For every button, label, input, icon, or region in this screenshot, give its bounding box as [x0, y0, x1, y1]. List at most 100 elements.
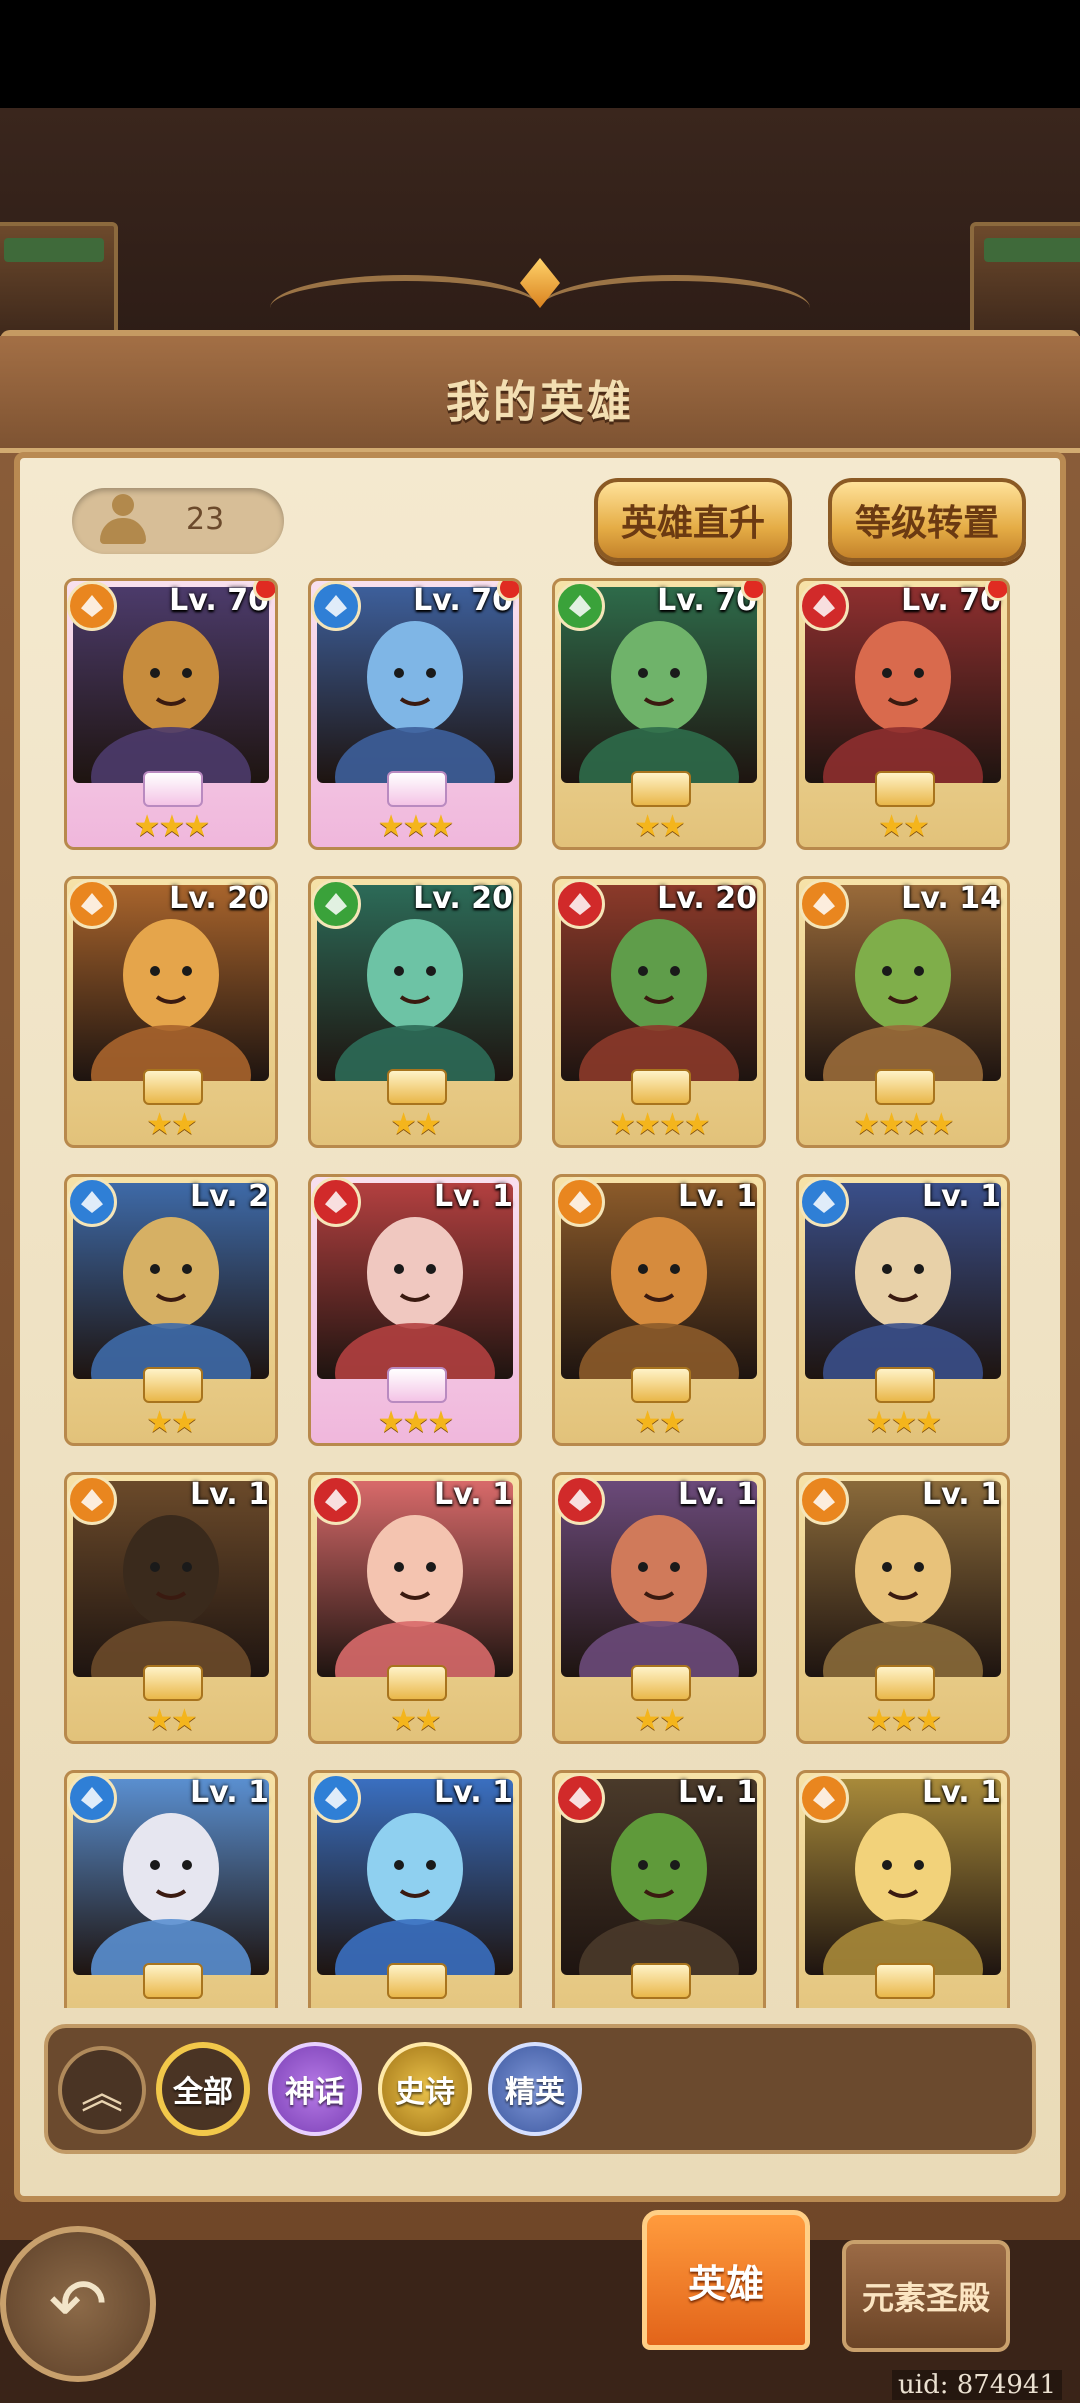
rarity-emblem-icon — [387, 1963, 447, 1999]
hero-level: Lv. 20 — [657, 881, 757, 916]
red-element-icon — [555, 1475, 605, 1525]
rarity-emblem-icon — [631, 771, 691, 807]
right-pillar-decoration — [970, 222, 1080, 340]
water-element-icon — [311, 581, 361, 631]
rarity-emblem-icon — [387, 1367, 447, 1403]
left-pillar-decoration — [0, 222, 118, 340]
person-icon — [100, 494, 146, 546]
hero-stars: ★★★ — [377, 1405, 455, 1440]
hero-stars: ★★ — [390, 1703, 442, 1738]
rarity-emblem-icon — [143, 1367, 203, 1403]
filter-all[interactable]: 全部 — [156, 2042, 250, 2136]
filter-mythic[interactable]: 神话 — [268, 2042, 362, 2136]
red-element-icon — [555, 1773, 605, 1823]
hero-card[interactable]: Lv. 70 ★★★ — [64, 578, 278, 850]
rarity-emblem-icon — [143, 1963, 203, 1999]
fire-element-icon — [67, 879, 117, 929]
hero-card[interactable]: Lv. 70 ★★ — [552, 578, 766, 850]
hero-card[interactable]: Lv. 1 — [796, 1770, 1010, 2008]
hero-count-value: 23 — [186, 502, 225, 537]
fire-element-icon — [67, 1475, 117, 1525]
hero-card[interactable]: Lv. 20 ★★★★ — [552, 876, 766, 1148]
hero-level: Lv. 1 — [678, 1775, 757, 1810]
hero-card[interactable]: Lv. 1 — [308, 1770, 522, 2008]
rarity-emblem-icon — [387, 771, 447, 807]
hero-stars: ★★★ — [133, 809, 211, 844]
hero-stars: ★★★ — [865, 1703, 943, 1738]
hero-card[interactable]: Lv. 1 ★★ — [552, 1472, 766, 1744]
notification-dot-icon — [497, 581, 519, 601]
rarity-emblem-icon — [875, 1069, 935, 1105]
hero-card[interactable]: Lv. 1 — [552, 1770, 766, 2008]
hero-card[interactable]: Lv. 1 ★★★ — [796, 1174, 1010, 1446]
hero-stars: ★★★★ — [609, 1107, 711, 1142]
app-root: 我的英雄 23 英雄直升 等级转置 Lv. 70 ★★★ Lv. 70 ★★★ Lv. … — [0, 0, 1080, 2403]
hero-card[interactable]: Lv. 1 ★★★ — [796, 1472, 1010, 1744]
page-title: 我的英雄 — [446, 377, 634, 428]
hero-level: Lv. 1 — [434, 1775, 513, 1810]
hero-card[interactable]: Lv. 14 ★★★★ — [796, 876, 1010, 1148]
hero-stars: ★★ — [146, 1703, 198, 1738]
collapse-chevron-icon[interactable]: ︽ — [58, 2046, 146, 2134]
tab-element-shrine[interactable]: 元素圣殿 — [842, 2240, 1010, 2352]
hero-level: Lv. 1 — [190, 1775, 269, 1810]
filter-elite[interactable]: 精英 — [488, 2042, 582, 2136]
hero-level: Lv. 1 — [922, 1179, 1001, 1214]
fire-element-icon — [799, 879, 849, 929]
rarity-emblem-icon — [387, 1069, 447, 1105]
hero-level: Lv. 1 — [434, 1179, 513, 1214]
fire-element-icon — [67, 581, 117, 631]
hero-card[interactable]: Lv. 1 ★★ — [308, 1472, 522, 1744]
rarity-emblem-icon — [875, 1963, 935, 1999]
fire-element-icon — [799, 1475, 849, 1525]
notification-dot-icon — [985, 581, 1007, 601]
filter-epic[interactable]: 史诗 — [378, 2042, 472, 2136]
tab-hero[interactable]: 英雄 — [642, 2210, 810, 2350]
rarity-emblem-icon — [631, 1069, 691, 1105]
water-element-icon — [799, 1177, 849, 1227]
hero-grid: Lv. 70 ★★★ Lv. 70 ★★★ Lv. 70 ★★ Lv. 70 ★★ Lv. 20… — [64, 578, 1014, 2008]
hero-card[interactable]: Lv. 70 ★★ — [796, 578, 1010, 850]
red-element-icon — [799, 581, 849, 631]
hero-stars: ★★ — [634, 1405, 686, 1440]
notification-dot-icon — [253, 581, 275, 601]
hero-boost-button[interactable]: 英雄直升 — [594, 478, 792, 562]
nature-element-icon — [311, 879, 361, 929]
back-arrow-icon[interactable]: ↶ — [0, 2226, 156, 2382]
rarity-emblem-icon — [143, 771, 203, 807]
hero-card[interactable]: Lv. 20 ★★ — [308, 876, 522, 1148]
hero-level: Lv. 1 — [678, 1179, 757, 1214]
hero-card[interactable]: Lv. 1 ★★★ — [308, 1174, 522, 1446]
hero-level: Lv. 20 — [169, 881, 269, 916]
hero-level: Lv. 1 — [922, 1477, 1001, 1512]
hero-level: Lv. 1 — [678, 1477, 757, 1512]
hero-card[interactable]: Lv. 20 ★★ — [64, 876, 278, 1148]
rarity-emblem-icon — [875, 1665, 935, 1701]
hero-card[interactable]: Lv. 2 ★★ — [64, 1174, 278, 1446]
nature-element-icon — [555, 581, 605, 631]
hero-stars: ★★★ — [865, 1405, 943, 1440]
red-element-icon — [311, 1475, 361, 1525]
hero-level: Lv. 20 — [413, 881, 513, 916]
rarity-emblem-icon — [631, 1665, 691, 1701]
hero-level: Lv. 1 — [190, 1477, 269, 1512]
water-element-icon — [67, 1773, 117, 1823]
hero-card[interactable]: Lv. 1 ★★ — [64, 1472, 278, 1744]
hero-stars: ★★ — [634, 809, 686, 844]
water-element-icon — [67, 1177, 117, 1227]
hero-level: Lv. 1 — [922, 1775, 1001, 1810]
rarity-emblem-icon — [875, 1367, 935, 1403]
water-element-icon — [311, 1773, 361, 1823]
hero-card[interactable]: Lv. 1 ★★ — [552, 1174, 766, 1446]
status-bar — [0, 0, 1080, 108]
hero-stars: ★★ — [634, 1703, 686, 1738]
hero-stars: ★★★★ — [853, 1107, 955, 1142]
hero-stars: ★★ — [390, 1107, 442, 1142]
hero-level: Lv. 2 — [190, 1179, 269, 1214]
hero-stars: ★★ — [146, 1405, 198, 1440]
hero-level: Lv. 14 — [901, 881, 1001, 916]
hero-card[interactable]: Lv. 70 ★★★ — [308, 578, 522, 850]
hero-card[interactable]: Lv. 1 — [64, 1770, 278, 2008]
hero-level: Lv. 1 — [434, 1477, 513, 1512]
level-transfer-button[interactable]: 等级转置 — [828, 478, 1026, 562]
